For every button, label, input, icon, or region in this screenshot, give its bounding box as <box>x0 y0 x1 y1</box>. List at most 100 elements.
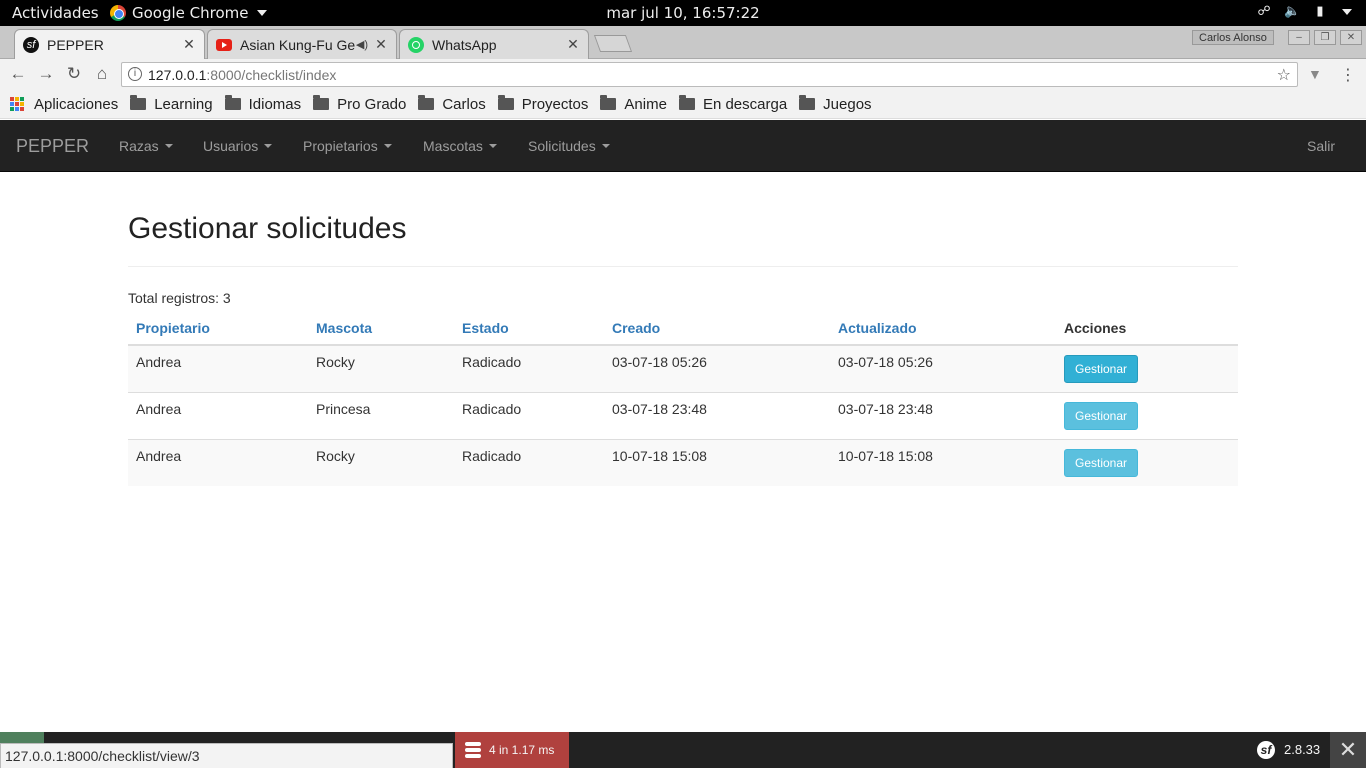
activities-button[interactable]: Actividades <box>12 4 99 22</box>
maximize-button[interactable]: ❐ <box>1314 30 1336 45</box>
cell-estado: Radicado <box>454 344 604 392</box>
bookmark-apps[interactable]: Aplicaciones <box>10 96 118 113</box>
folder-icon <box>418 95 435 110</box>
system-tray[interactable]: ☍ 🔈 ▮ <box>1256 4 1352 20</box>
bookmarks-bar: Aplicaciones Learning Idiomas Pro Grado … <box>0 90 1366 119</box>
bookmark-folder[interactable]: Carlos <box>418 95 486 113</box>
window-close-button[interactable]: ✕ <box>1340 30 1362 45</box>
browser-toolbar: ← → ↻ ⌂ i 127.0.0.1:8000/checklist/index… <box>0 59 1366 90</box>
new-tab-button[interactable] <box>593 35 633 52</box>
bookmark-label: Pro Grado <box>337 95 407 113</box>
gestionar-button[interactable]: Gestionar <box>1064 401 1139 430</box>
bookmark-folder[interactable]: Learning <box>130 95 213 113</box>
cell-creado: 10-07-18 15:08 <box>604 438 830 486</box>
nav-item-solicitudes[interactable]: Solicitudes <box>528 138 610 154</box>
cell-estado: Radicado <box>454 438 604 486</box>
cell-actualizado: 03-07-18 05:26 <box>830 344 1056 392</box>
column-header-actualizado[interactable]: Actualizado <box>830 312 1056 346</box>
symfony-version[interactable]: 2.8.33 <box>1284 742 1320 757</box>
tab-strip: sf PEPPER ✕ Asian Kung-Fu Ge ◀) ✕ WhatsA… <box>0 26 1366 59</box>
apps-icon <box>10 97 24 111</box>
folder-icon <box>799 95 816 110</box>
folder-icon <box>678 95 695 110</box>
bookmark-folder[interactable]: Juegos <box>799 95 872 113</box>
column-header-creado[interactable]: Creado <box>604 312 830 346</box>
tab-title: PEPPER <box>47 36 104 53</box>
nav-item-razas[interactable]: Razas <box>119 138 173 154</box>
youtube-icon <box>216 38 232 51</box>
cell-propietario: Andrea <box>128 438 308 486</box>
gestionar-button[interactable]: Gestionar <box>1064 355 1139 383</box>
nav-item-mascotas[interactable]: Mascotas <box>423 138 497 154</box>
db-queries-label: 4 in 1.17 ms <box>489 743 555 757</box>
cell-creado: 03-07-18 23:48 <box>604 391 830 439</box>
nav-item-label: Razas <box>119 138 159 154</box>
bookmark-label: Idiomas <box>248 95 302 113</box>
logout-link[interactable]: Salir <box>1307 138 1335 154</box>
close-icon[interactable]: ✕ <box>1330 732 1366 768</box>
tab-whatsapp[interactable]: WhatsApp ✕ <box>399 29 589 59</box>
cell-acciones: Gestionar <box>1056 438 1238 486</box>
bookmark-folder[interactable]: En descarga <box>678 95 787 113</box>
menu-icon[interactable]: ⋮ <box>1340 65 1356 85</box>
forward-icon[interactable]: → <box>36 64 56 84</box>
column-header-estado[interactable]: Estado <box>454 312 604 346</box>
close-icon[interactable]: ✕ <box>180 36 198 53</box>
app-menu[interactable]: Google Chrome <box>110 4 267 22</box>
back-icon[interactable]: ← <box>8 64 28 84</box>
nav-item-propietarios[interactable]: Propietarios <box>303 138 392 154</box>
bookmark-folder[interactable]: Proyectos <box>497 95 589 113</box>
folder-icon <box>130 95 147 110</box>
speaker-icon[interactable]: ◀) <box>356 38 368 51</box>
app-navbar: PEPPER Razas Usuarios Propietarios Masco… <box>0 120 1366 172</box>
home-icon[interactable]: ⌂ <box>92 64 112 84</box>
close-icon[interactable]: ✕ <box>372 36 390 53</box>
symfony-icon: sf <box>23 36 39 53</box>
bookmark-folder[interactable]: Idiomas <box>224 95 302 113</box>
db-queries-panel[interactable]: 4 in 1.17 ms <box>455 732 569 768</box>
volume-icon: 🔈 <box>1284 4 1301 19</box>
cell-mascota: Rocky <box>308 438 454 486</box>
column-header-mascota[interactable]: Mascota <box>308 312 454 346</box>
tab-youtube[interactable]: Asian Kung-Fu Ge ◀) ✕ <box>207 29 397 59</box>
network-icon: ☍ <box>1257 4 1271 19</box>
gnome-top-bar: Actividades Google Chrome mar jul 10, 16… <box>0 0 1366 26</box>
folder-icon <box>497 95 514 110</box>
extension-icon[interactable]: ▼ <box>1308 66 1324 82</box>
total-records: Total registros: 3 <box>128 290 231 306</box>
cell-acciones: Gestionar <box>1056 344 1238 392</box>
caret-down-icon <box>383 144 392 148</box>
bookmark-folder[interactable]: Pro Grado <box>313 95 407 113</box>
profile-button[interactable]: Carlos Alonso <box>1192 30 1274 45</box>
battery-icon: ▮ <box>1316 4 1324 19</box>
tab-pepper[interactable]: sf PEPPER ✕ <box>14 29 205 59</box>
address-bar[interactable]: i 127.0.0.1:8000/checklist/index ☆ <box>121 62 1298 87</box>
nav-item-label: Propietarios <box>303 138 378 154</box>
bookmark-star-icon[interactable]: ☆ <box>1277 65 1291 85</box>
reload-icon[interactable]: ↻ <box>64 64 84 84</box>
table-header-row: Propietario Mascota Estado Creado Actual… <box>128 312 1238 346</box>
chevron-down-icon <box>1342 9 1352 15</box>
cell-actualizado: 10-07-18 15:08 <box>830 438 1056 486</box>
app-menu-label: Google Chrome <box>132 4 249 22</box>
bookmark-label: Learning <box>154 95 213 113</box>
table-row: Andrea Rocky Radicado 10-07-18 15:08 10-… <box>128 438 1238 486</box>
chevron-down-icon <box>256 10 267 16</box>
bookmark-label: Proyectos <box>521 95 589 113</box>
info-icon[interactable]: i <box>128 67 142 81</box>
table-row: Andrea Rocky Radicado 03-07-18 05:26 03-… <box>128 344 1238 392</box>
bookmark-folder[interactable]: Anime <box>600 95 667 113</box>
caret-down-icon <box>264 144 273 148</box>
divider <box>128 266 1238 267</box>
folder-icon <box>313 95 330 110</box>
minimize-button[interactable]: – <box>1288 30 1310 45</box>
database-icon <box>465 742 481 758</box>
column-header-acciones: Acciones <box>1056 312 1238 346</box>
nav-item-label: Solicitudes <box>528 138 596 154</box>
nav-item-usuarios[interactable]: Usuarios <box>203 138 273 154</box>
navbar-brand[interactable]: PEPPER <box>16 136 89 157</box>
column-header-propietario[interactable]: Propietario <box>128 312 308 346</box>
gestionar-button[interactable]: Gestionar <box>1064 448 1139 477</box>
close-icon[interactable]: ✕ <box>564 36 582 53</box>
tab-title: Asian Kung-Fu Ge <box>240 36 356 53</box>
